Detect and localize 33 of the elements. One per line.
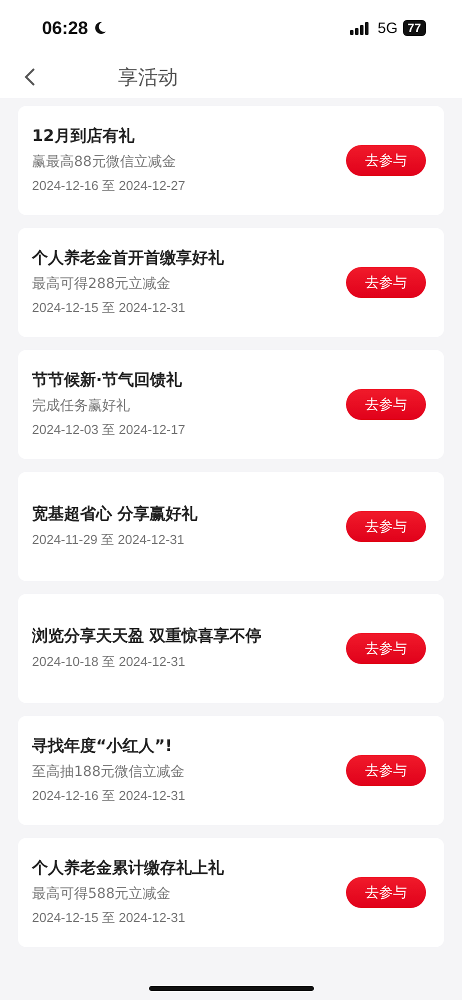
- activity-dates: 2024-12-16 至 2024-12-31: [32, 787, 186, 805]
- activity-dates: 2024-12-16 至 2024-12-27: [32, 177, 186, 195]
- page-title: 享活动: [118, 64, 178, 90]
- activity-dates: 2024-12-15 至 2024-12-31: [32, 299, 186, 317]
- network-label: 5G: [378, 20, 398, 36]
- activity-subtitle: 至高抽188元微信立减金: [32, 763, 186, 781]
- activity-dates: 2024-10-18 至 2024-12-31: [32, 653, 186, 671]
- activity-title: 12月到店有礼: [32, 126, 136, 147]
- status-time: 06:28: [42, 18, 88, 38]
- join-button[interactable]: 去参与: [346, 877, 426, 908]
- activity-title: 寻找年度“小红人”!: [32, 736, 174, 757]
- activity-title: 个人养老金累计缴存礼上礼: [32, 858, 224, 879]
- join-button[interactable]: 去参与: [346, 145, 426, 176]
- battery-indicator: 77: [402, 20, 426, 36]
- activity-subtitle: 赢最高88元微信立减金: [32, 153, 177, 171]
- activity-subtitle: 完成任务赢好礼: [32, 397, 131, 415]
- join-button[interactable]: 去参与: [346, 267, 426, 298]
- activity-title: 浏览分享天天盈 双重惊喜享不停: [32, 626, 262, 647]
- activity-subtitle: 最高可得288元立减金: [32, 275, 172, 293]
- activity-dates: 2024-11-29 至 2024-12-31: [32, 531, 186, 549]
- back-icon[interactable]: [24, 67, 36, 87]
- activity-title: 宽基超省心 分享赢好礼: [32, 504, 198, 525]
- activity-title: 节节候新·节气回馈礼: [32, 370, 184, 391]
- signal-icon: [350, 22, 370, 34]
- activity-dates: 2024-12-15 至 2024-12-31: [32, 909, 186, 927]
- activity-subtitle: 最高可得588元立减金: [32, 885, 172, 903]
- join-button[interactable]: 去参与: [346, 389, 426, 420]
- join-button[interactable]: 去参与: [346, 633, 426, 664]
- join-button[interactable]: 去参与: [346, 755, 426, 786]
- moon-icon: [93, 21, 108, 35]
- activity-title: 个人养老金首开首缴享好礼: [32, 248, 224, 269]
- join-button[interactable]: 去参与: [346, 511, 426, 542]
- activity-dates: 2024-12-03 至 2024-12-17: [32, 421, 186, 439]
